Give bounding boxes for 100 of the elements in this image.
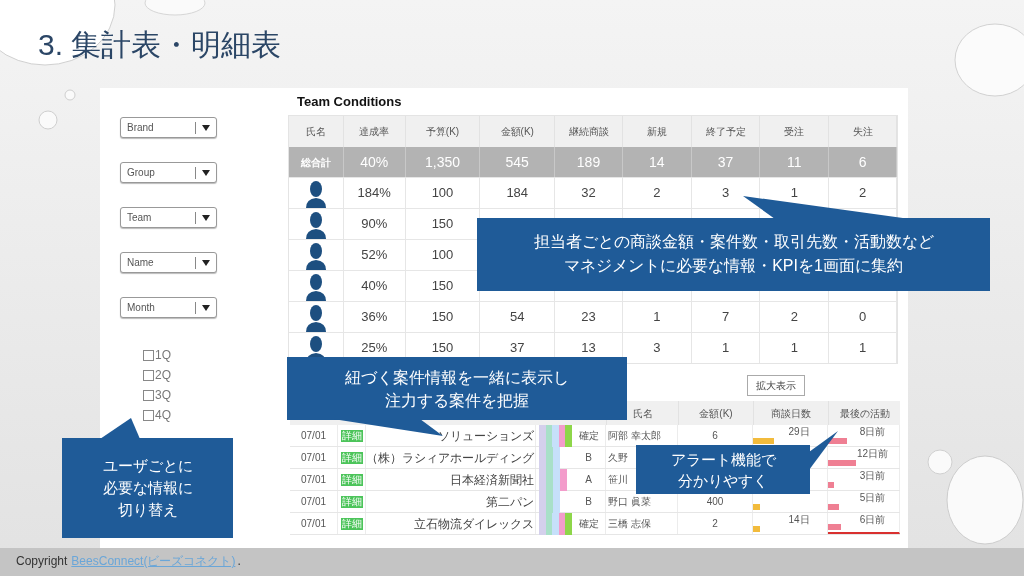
caret-icon [202,304,210,311]
checkbox[interactable] [143,369,154,381]
dropdown[interactable]: Month [120,297,217,318]
table-cell-text: 90% [361,215,388,234]
checkbox[interactable] [143,389,154,401]
table-cell-text: 150 [431,277,454,296]
dropdown[interactable]: Brand [120,117,217,138]
table-cell-text: 184 [506,184,529,203]
person-icon [303,273,328,301]
table-cell-text: 日本経済新聞社 [450,471,534,489]
dropdown[interactable]: Name [120,252,217,273]
column-header: 失注 [852,125,873,139]
table-cell-text: 2 [790,308,798,327]
column-header: 金額(K) [500,125,534,139]
table-cell-text: 40% [360,152,389,172]
callout-text: ユーザごとに 必要な情報に 切り替え [102,456,193,520]
table-cell-text: 29日 [787,426,810,439]
table-cell-text: 6日前 [858,514,886,527]
table-cell-text: 1 [721,339,730,358]
table-cell-text: 0 [859,308,867,327]
table-cell-text: 150 [431,215,454,234]
slide-title: 3. 集計表・明細表 [38,27,282,63]
table-cell-text: 07/01 [301,451,326,465]
table-cell-text: 40% [361,277,388,296]
column-header: 予算(K) [425,125,460,139]
table-cell-text: 14日 [787,514,810,527]
table-cell-text: 13 [581,339,596,358]
table-cell-text: 三橋 志保 [608,517,651,531]
table-cell-text: 100 [431,184,454,203]
caret-icon [202,214,210,221]
dropdown[interactable]: Team [120,207,217,228]
checkbox[interactable] [143,409,154,421]
table-cell-text: 6 [858,152,867,172]
table-cell-text: 23 [581,308,596,327]
table-cell-text: 150 [431,339,454,358]
water-drop-drawing [144,0,206,16]
table-cell-text: 1,350 [424,152,460,172]
section-title: Team Conditions [296,93,402,111]
table-cell-text: 07/01 [301,473,326,487]
callout-text: 紐づく案件情報を一緒に表示し 注力する案件を把握 [345,368,569,411]
table-cell-text: 久野 [608,451,628,465]
table-cell-text: 阿部 幸太郎 [608,429,661,443]
caret-icon [202,169,210,176]
table-cell-text: B [585,451,592,465]
column-header: 達成率 [359,125,390,139]
checkbox-label: 4Q [155,407,171,424]
column-header: 最後の活動 [839,406,890,421]
column-header: 氏名 [305,125,326,139]
dropdown[interactable]: Group [120,162,217,183]
callout-text: 担当者ごとの商談金額・案件数・取引先数・活動数など マネジメントに必要な情報・KPIを1画面に集約 [533,232,934,276]
table-cell-text: 3 [653,339,661,358]
table-cell-text: 07/01 [301,517,326,531]
table-cell-text: 2 [859,184,867,203]
row-label: 総合計 [300,155,331,170]
table-cell-text: 25% [361,339,388,358]
table-cell-text: 32 [581,184,596,203]
table-cell-text: 52% [361,246,388,265]
table-cell-text: 100 [431,246,454,265]
person-icon [303,304,328,332]
water-drop-drawing [38,110,58,130]
table-cell-text: ソリューションズ [438,427,534,445]
caret-icon [202,124,210,131]
checkbox-label: 3Q [155,387,171,404]
checkbox[interactable] [143,349,154,361]
person-icon [303,211,328,239]
column-header: 継続商談 [568,125,609,139]
table-cell-text: 立石物流ダイレックス [414,515,534,533]
table-cell-text: 14 [649,152,665,172]
table-cell-text: 400 [706,495,724,509]
table-cell-text: 3 [721,184,730,203]
caret-icon [202,259,210,266]
table-cell-text: 1 [790,184,798,203]
table-cell-text: A [585,473,592,487]
table-cell-text: 笹川 [608,473,628,487]
table-cell-text: 189 [576,152,601,172]
table-cell-text: 2 [712,517,718,531]
table-cell-text: 確定 [578,517,599,531]
column-header: 金額(K) [699,406,733,421]
period-text: . [237,553,241,570]
table-cell-text: 07/01 [301,429,326,443]
checkbox-label: 1Q [155,347,171,364]
table-cell-text: 37 [717,152,734,172]
column-header: 受注 [784,125,805,139]
column-header: 氏名 [632,406,653,421]
table-cell-text: 7 [721,308,730,327]
table-cell-text: 野口 眞菜 [608,495,651,509]
person-icon [303,242,328,270]
table-cell-text: 184% [357,184,391,203]
expand-button[interactable]: 拡大表示 [747,375,805,396]
table-cell-text: 12日前 [855,448,889,461]
table-cell-text: 150 [431,308,454,327]
table-cell-text: 54 [510,308,525,327]
table-cell-text: 確定 [578,429,599,443]
table-cell-text: 8日前 [858,426,886,439]
table-cell-text: 1 [859,339,867,358]
column-header: 終了予定 [705,125,746,139]
copyright-text: Copyright [16,553,68,570]
table-cell-text: 545 [505,152,529,172]
table-cell-text: 37 [510,339,525,358]
column-header: 新規 [646,125,667,139]
